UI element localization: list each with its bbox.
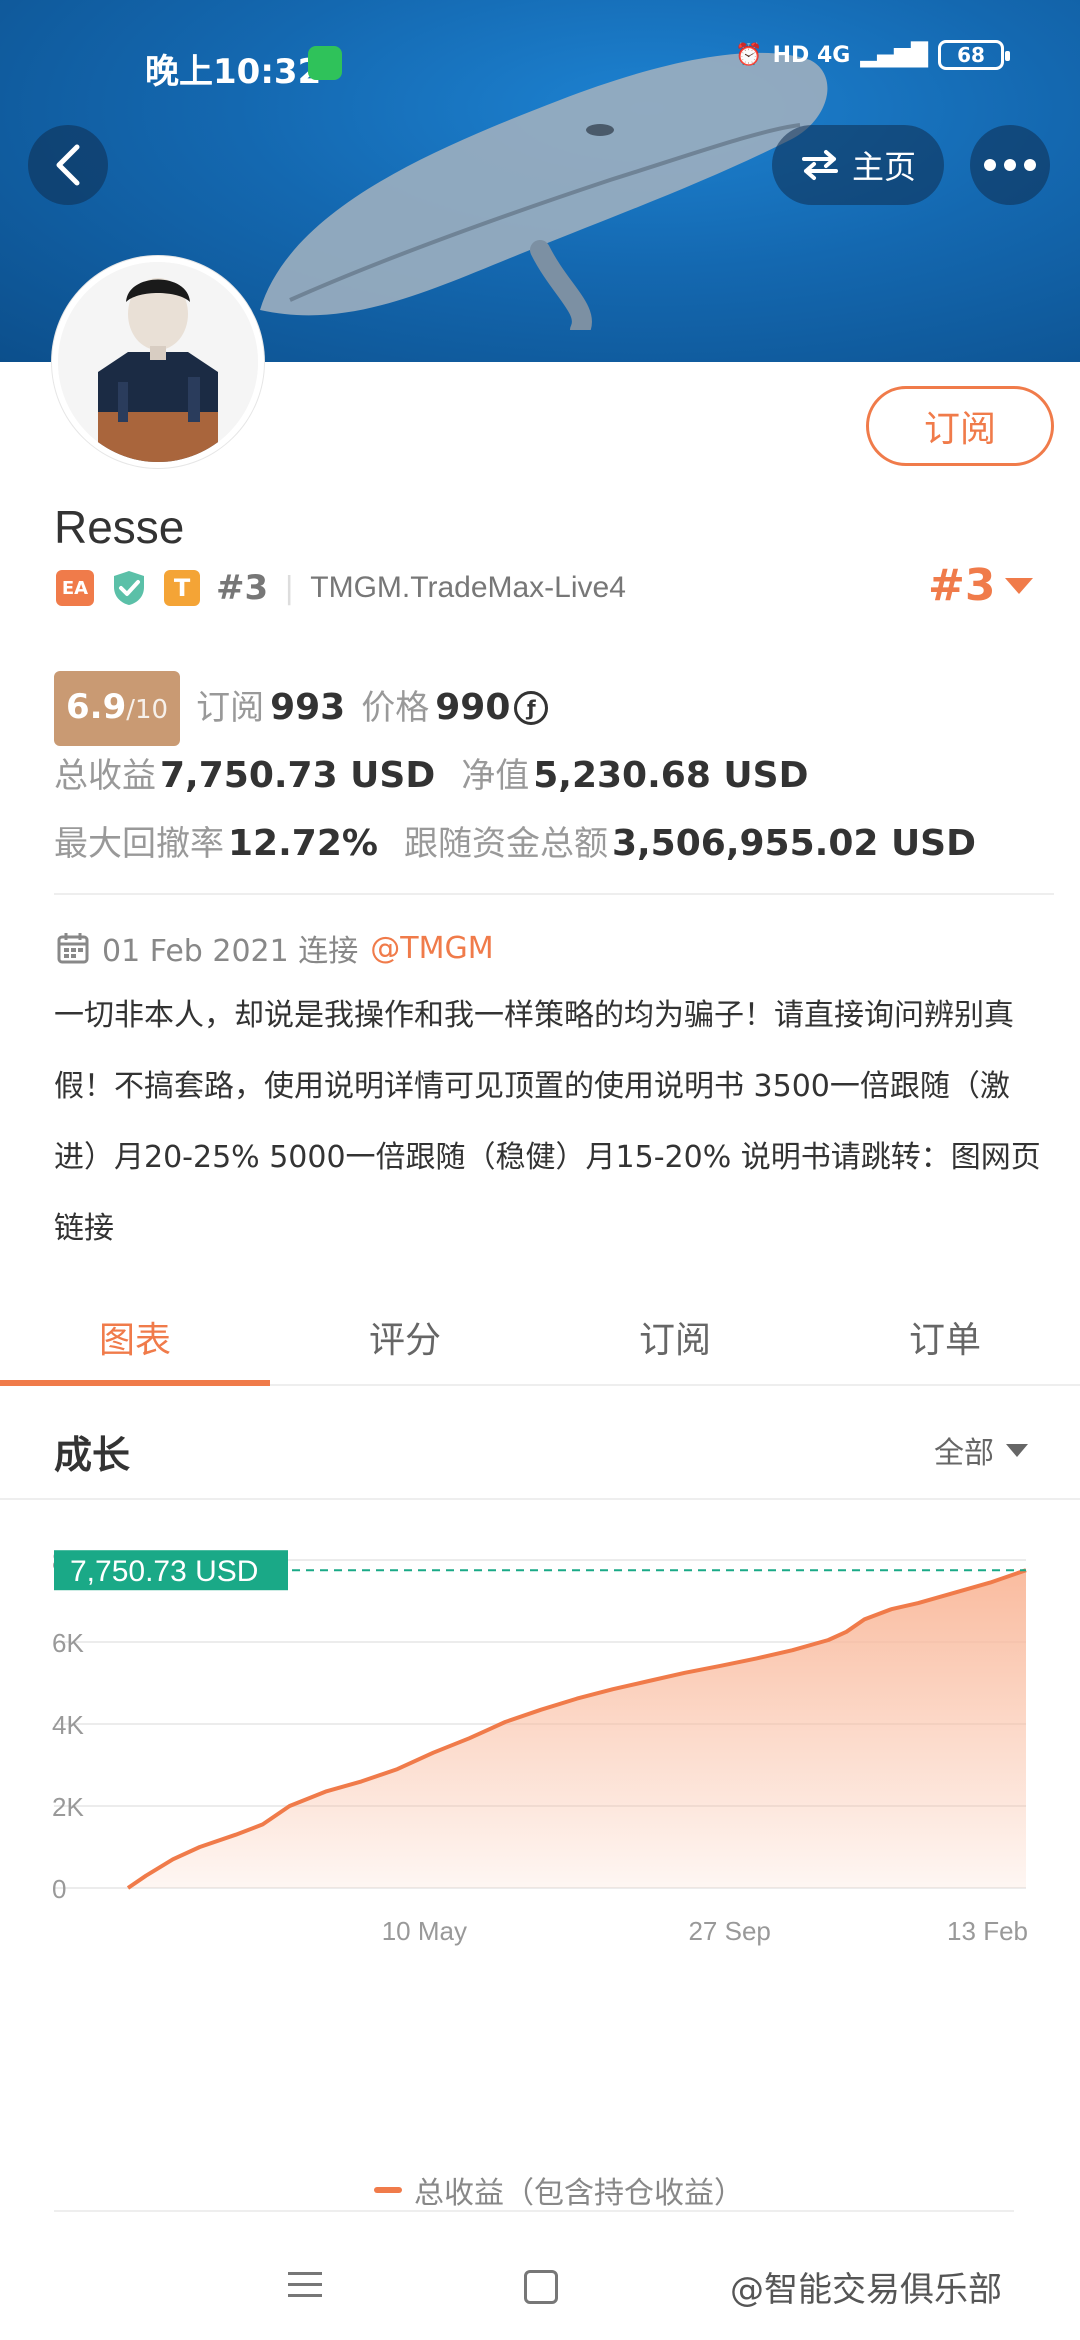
more-button[interactable] <box>970 125 1050 205</box>
price-value: 990 <box>435 687 511 728</box>
growth-header: 成长 全部 <box>0 1396 1080 1500</box>
tab-bar: 图表 评分 订阅 订单 <box>0 1290 1080 1386</box>
stats-row-2: 总收益 7,750.73 USD 净值 5,230.68 USD <box>54 742 976 810</box>
divider <box>54 2210 1014 2212</box>
equity-label: 净值 <box>461 756 530 796</box>
tab-chart[interactable]: 图表 <box>0 1290 270 1386</box>
caret-down-icon <box>1005 577 1034 594</box>
growth-title: 成长 <box>54 1433 131 1477</box>
price-label: 价格 <box>361 688 430 728</box>
subs-label: 订阅 <box>196 688 265 728</box>
watermark: @智能交易俱乐部 <box>730 2270 1002 2310</box>
coin-icon: ƒ <box>514 691 549 725</box>
legend-swatch <box>374 2187 402 2193</box>
trader-name: Resse <box>54 501 185 553</box>
y-tick-label: 4K <box>52 1710 84 1740</box>
y-tick-label: 2K <box>52 1792 84 1822</box>
x-tick-label: 10 May <box>382 1916 467 1946</box>
x-tick-label: 13 Feb <box>947 1916 1028 1946</box>
caret-down-icon <box>1006 1443 1028 1457</box>
connected-date: 01 Feb 2021 连接 <box>102 934 359 969</box>
status-time: 晚上10:32 <box>145 52 322 92</box>
y-tick-label: 0 <box>52 1874 66 1904</box>
current-value-label: 7,750.73 USD <box>70 1555 258 1588</box>
range-select-label: 全部 <box>934 1436 994 1471</box>
avatar[interactable] <box>52 256 264 468</box>
drawdown-value: 12.72% <box>228 823 378 864</box>
trader-badges: EA T #3 | TMGM.TradeMax-Live4 <box>56 568 626 608</box>
signal-icon: ▂▄▆█ <box>860 42 928 68</box>
system-nav-bar: @智能交易俱乐部 <box>0 2220 1080 2340</box>
tab-orders[interactable]: 订单 <box>810 1290 1080 1384</box>
stats-row-3: 最大回撤率 12.72% 跟随资金总额 3,506,955.02 USD <box>54 810 976 878</box>
score-badge: 6.9/10 <box>54 670 181 746</box>
equity-value: 5,230.68 USD <box>533 755 809 796</box>
ea-badge-icon: EA <box>56 570 94 606</box>
call-icon <box>308 46 342 80</box>
network-icon: HD 4G <box>772 42 851 68</box>
series-area <box>128 1570 1026 1888</box>
range-select[interactable]: 全部 <box>934 1428 1028 1472</box>
trader-stats: 6.9/10 订阅 993 价格 990 ƒ 总收益 7,750.73 USD … <box>54 670 976 878</box>
broker-server: TMGM.TradeMax-Live4 <box>310 571 626 604</box>
divider <box>54 893 1054 895</box>
back-button[interactable] <box>28 125 108 205</box>
separator: | <box>284 570 295 606</box>
status-bar: 晚上10:32 ⏰ HD 4G ▂▄▆█ 68 <box>0 0 1080 130</box>
x-tick-label: 27 Sep <box>688 1916 770 1946</box>
home-button-label: 主页 <box>851 148 916 186</box>
swap-arrows-icon <box>801 150 838 180</box>
tab-rating[interactable]: 评分 <box>270 1290 540 1384</box>
chart-legend: 总收益（包含持仓收益） <box>374 2168 744 2212</box>
drawdown-label: 最大回撤率 <box>54 824 224 864</box>
total-profit-label: 总收益 <box>54 756 156 796</box>
home-icon[interactable] <box>524 2270 558 2304</box>
follow-funds-label: 跟随资金总额 <box>403 824 608 864</box>
stats-row-1: 6.9/10 订阅 993 价格 990 ƒ <box>54 670 976 746</box>
battery-icon: 68 <box>938 40 1010 70</box>
recent-apps-icon[interactable] <box>288 2272 322 2305</box>
total-profit-value: 7,750.73 USD <box>160 755 436 796</box>
avatar-image <box>58 262 258 462</box>
calendar-icon <box>57 933 89 964</box>
trader-t-badge-icon: T <box>164 570 200 606</box>
home-button[interactable]: 主页 <box>772 125 944 205</box>
growth-chart[interactable]: 02K4K6K8K7,750.73 USD10 May27 Sep13 Feb <box>0 1500 1080 2200</box>
status-icons: ⏰ HD 4G ▂▄▆█ 68 <box>735 40 1010 70</box>
rank-label: #3 <box>216 568 269 608</box>
subs-value: 993 <box>270 687 346 728</box>
rank-big-label: #3 <box>928 560 996 611</box>
connected-since: 01 Feb 2021 连接 @TMGM <box>56 926 494 970</box>
rank-dropdown[interactable]: #3 <box>928 560 1034 611</box>
more-dots-icon <box>984 159 1036 171</box>
tab-subscriptions[interactable]: 订阅 <box>540 1290 810 1384</box>
subscribe-button[interactable]: 订阅 <box>866 386 1054 466</box>
follow-funds-value: 3,506,955.02 USD <box>611 823 976 864</box>
y-tick-label: 6K <box>52 1628 84 1658</box>
verified-shield-icon <box>114 571 144 605</box>
chevron-left-icon <box>56 144 80 186</box>
broker-mention-link[interactable]: @TMGM <box>370 931 493 966</box>
strategy-description: 一切非本人，却说是我操作和我一样策略的均为骗子！请直接询问辨别真假！不搞套路，使… <box>54 998 1041 1246</box>
growth-chart-svg: 02K4K6K8K7,750.73 USD10 May27 Sep13 Feb <box>52 1546 1028 1946</box>
legend-label: 总收益（包含持仓收益） <box>414 2176 744 2211</box>
alarm-icon: ⏰ <box>735 42 763 68</box>
